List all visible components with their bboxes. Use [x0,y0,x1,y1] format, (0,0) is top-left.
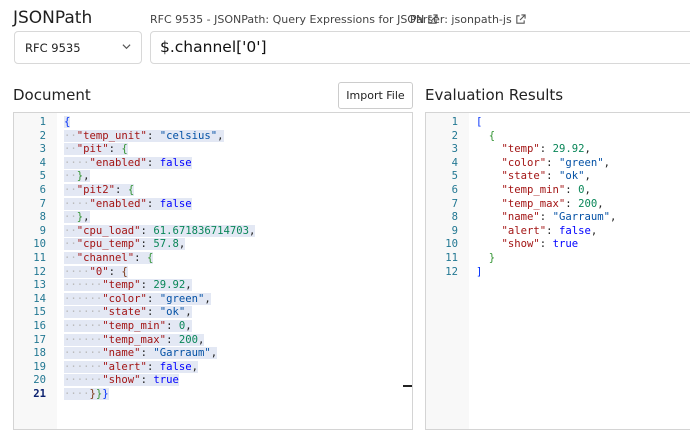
code-line: ··"cpu_temp": 57.8, [64,238,186,251]
line-number: 17 [33,333,46,346]
line-number: 7 [451,197,458,210]
code-line: } [488,252,496,264]
line-number: 12 [445,265,458,278]
code-line: ····"0": { [64,265,128,278]
code-line: "name": "Garraum", [501,211,617,224]
line-number: 11 [445,252,458,264]
spec-select[interactable]: RFC 9535 [14,31,142,64]
code-line: ······"temp_min": 0, [64,320,192,332]
code-line: "temp_max": 200, [501,197,604,210]
line-number: 3 [39,143,46,156]
line-number: 8 [451,211,458,224]
code-line: ··"pit": { [64,143,128,156]
code-line: ······"state": "ok", [64,306,192,319]
line-number: 6 [39,184,46,196]
line-number: 10 [445,238,458,251]
parser-link[interactable]: Parser: jsonpath-js [410,13,526,26]
line-number: 16 [33,320,46,332]
app-title: JSONPath [13,8,93,28]
parser-link-label: Parser: jsonpath-js [410,13,512,26]
results-heading: Evaluation Results [425,86,564,104]
line-number: 12 [33,265,46,278]
code-line: ······"show": true [64,374,179,387]
line-number: 20 [33,374,46,387]
code-line: "alert": false, [501,224,598,237]
line-number: 4 [39,156,46,169]
line-number: 1 [451,116,458,128]
code-line: { [488,129,496,142]
query-input[interactable]: $.channel['0'] [150,31,690,64]
line-number: 9 [39,224,46,237]
line-number: 15 [33,306,46,319]
overview-ruler-mark [403,385,412,387]
code-line: ······"name": "Garraum", [64,347,218,360]
code-line: ······"color": "green", [64,292,211,305]
line-number: 1 [39,116,46,128]
import-file-button[interactable]: Import File [338,82,413,109]
line-number: 7 [39,197,46,210]
spec-link[interactable]: RFC 9535 - JSONPath: Query Expressions f… [150,13,438,26]
code-line: ··}, [64,170,90,183]
code-line: ····"enabled": false [64,156,192,169]
document-editor[interactable]: 1 {2 ··"temp_unit": "celsius", 3 ··"pit": { 4… [13,112,413,430]
line-number: 13 [33,279,46,292]
line-number: 10 [33,238,46,251]
code-line: ··"temp_unit": "celsius", [64,129,224,142]
line-number: 11 [33,252,46,264]
code-line: "state": "ok", [501,170,591,183]
line-number: 3 [451,143,458,156]
code-line: "temp": 29.92, [501,143,591,156]
code-line: ····"enabled": false [64,197,192,210]
line-number: 2 [39,129,46,142]
line-number: 18 [33,347,46,360]
code-line: ··"pit2": { [64,184,135,196]
line-number: 14 [33,292,46,305]
code-line: ······"temp_max": 200, [64,333,205,346]
spec-link-label: RFC 9535 - JSONPath: Query Expressions f… [150,13,425,26]
line-number: 19 [33,360,46,373]
results-editor[interactable]: 1 [2 {3 "temp": 29.92, 4 "color": "green",… [425,112,690,430]
code-line: { [64,116,71,128]
code-line: ····}}} [64,388,109,400]
line-number: 8 [39,211,46,224]
document-heading: Document [13,86,91,104]
external-link-icon [515,14,526,24]
code-line: ··}, [64,211,90,224]
code-line: ······"alert": false, [64,360,198,373]
line-number: 5 [451,170,458,183]
line-number: 2 [451,129,458,142]
chevron-down-icon [122,44,131,50]
code-line: ······"temp": 29.92, [64,279,192,292]
spec-select-value: RFC 9535 [25,40,81,55]
line-number: 6 [451,184,458,196]
code-line: "show": true [501,238,579,251]
line-number: 5 [39,170,46,183]
code-line: "color": "green", [501,156,610,169]
code-line: ··"channel": { [64,252,154,264]
line-number: 9 [451,224,458,237]
code-line: ··"cpu_load": 61.671836714703, [64,224,256,237]
code-line: ] [476,265,483,278]
line-number: 21 [33,388,46,400]
line-number: 4 [451,156,458,169]
code-line: [ [476,116,483,128]
code-line: "temp_min": 0, [501,184,591,196]
